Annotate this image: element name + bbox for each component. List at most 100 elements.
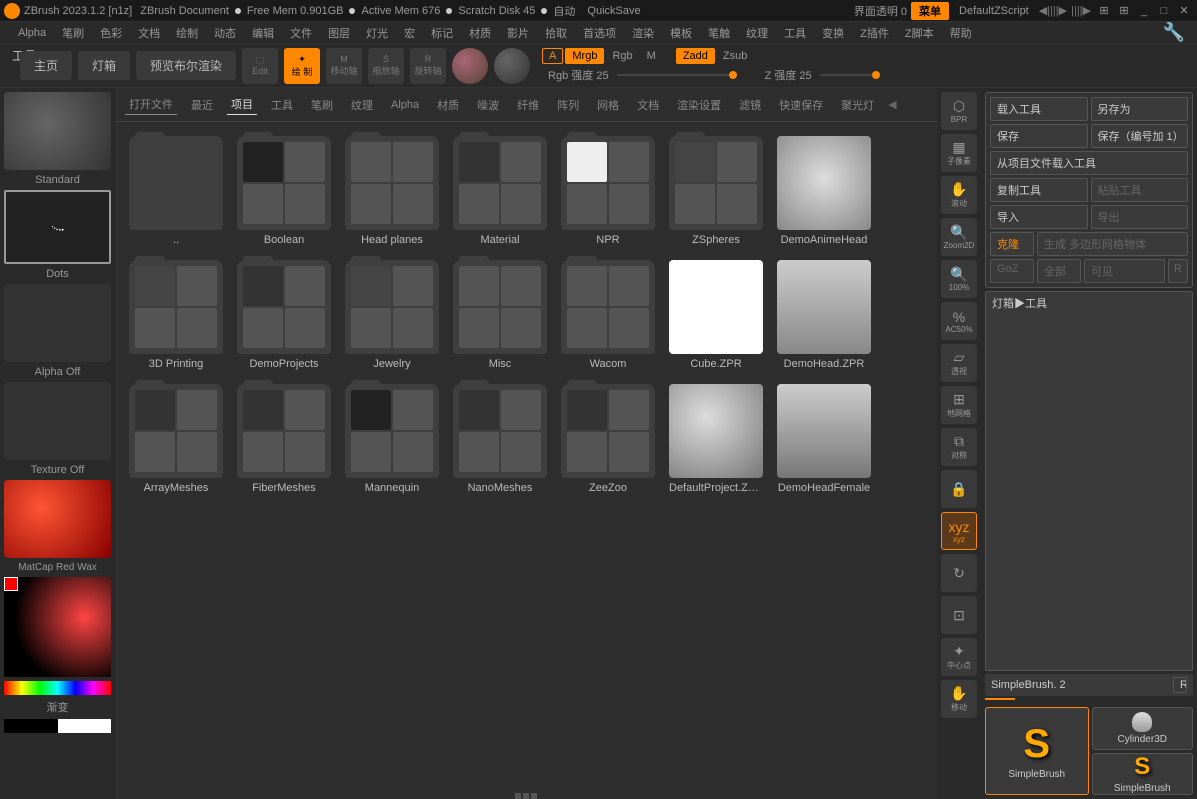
- side-tool-button[interactable]: 🔒: [941, 470, 977, 508]
- browser-item[interactable]: Mannequin: [345, 384, 439, 494]
- menu-item[interactable]: 帮助: [944, 23, 978, 43]
- menu-item[interactable]: 标记: [425, 23, 459, 43]
- side-tool-button[interactable]: ↻: [941, 554, 977, 592]
- menu-item[interactable]: 影片: [501, 23, 535, 43]
- paste-tool-button[interactable]: 粘贴工具: [1091, 178, 1189, 202]
- tool-thumb-simplebrush[interactable]: S SimpleBrush: [985, 707, 1089, 795]
- goz-all-button[interactable]: 全部: [1037, 259, 1081, 283]
- browser-item[interactable]: Misc: [453, 260, 547, 370]
- black-swatch[interactable]: [4, 719, 58, 733]
- make-polymesh-button[interactable]: 生成 多边形网格物体: [1037, 232, 1188, 256]
- draw-mode-button[interactable]: ✦绘 制: [284, 48, 320, 84]
- menu-item[interactable]: 笔刷: [56, 23, 90, 43]
- menu-item[interactable]: 笔触: [702, 23, 736, 43]
- browser-item[interactable]: Cube.ZPR: [669, 260, 763, 370]
- side-tool-button[interactable]: 🔍100%: [941, 260, 977, 298]
- window-icon[interactable]: ⊞: [1095, 3, 1113, 19]
- browser-item[interactable]: DemoHead.ZPR: [777, 260, 871, 370]
- rgb-intensity-slider-track[interactable]: [617, 74, 737, 76]
- copy-tool-button[interactable]: 复制工具: [990, 178, 1088, 202]
- export-button[interactable]: 导出: [1091, 205, 1189, 229]
- tool-thumb-simplebrush-2[interactable]: S SimpleBrush: [1092, 753, 1194, 796]
- arrows-icon[interactable]: ◀||||▶: [1039, 4, 1067, 17]
- browser-item[interactable]: DemoAnimeHead: [777, 136, 871, 246]
- save-as-button[interactable]: 另存为: [1091, 97, 1189, 121]
- browser-tab[interactable]: 材质: [433, 95, 463, 115]
- scale-mode-button[interactable]: S缩放轴: [368, 48, 404, 84]
- move-mode-button[interactable]: M移动轴: [326, 48, 362, 84]
- home-button[interactable]: 主页: [20, 51, 72, 80]
- browser-tab[interactable]: 纤维: [513, 95, 543, 115]
- save-increment-button[interactable]: 保存（编号加 1）: [1091, 124, 1189, 148]
- browser-item[interactable]: Wacom: [561, 260, 655, 370]
- browser-item[interactable]: Jewelry: [345, 260, 439, 370]
- mode-rgb-button[interactable]: Rgb: [606, 49, 638, 63]
- import-from-project-button[interactable]: 从项目文件载入工具: [990, 151, 1188, 175]
- menu-item[interactable]: 图层: [322, 23, 356, 43]
- window-icon[interactable]: ⊞: [1115, 3, 1133, 19]
- side-tool-button[interactable]: 🔍Zoom2D: [941, 218, 977, 256]
- browser-tab[interactable]: 笔刷: [307, 95, 337, 115]
- rgb-intensity-slider[interactable]: Rgb 强度 25: [542, 66, 615, 84]
- side-tool-button[interactable]: ⊡: [941, 596, 977, 634]
- menu-item[interactable]: 动态: [208, 23, 242, 43]
- menu-item[interactable]: 文档: [132, 23, 166, 43]
- side-tool-button[interactable]: xyzxyz: [941, 512, 977, 550]
- document-name[interactable]: ZBrush Document: [140, 5, 229, 17]
- sphere-icon[interactable]: [452, 48, 488, 84]
- browser-item[interactable]: Boolean: [237, 136, 331, 246]
- browser-tab[interactable]: 快速保存: [775, 95, 827, 115]
- side-tool-button[interactable]: ⬡BPR: [941, 92, 977, 130]
- browser-tab[interactable]: 噪波: [473, 95, 503, 115]
- texture-preview[interactable]: [4, 382, 111, 460]
- mode-a-button[interactable]: A: [542, 48, 563, 64]
- browser-item[interactable]: DefaultProject.ZPR: [669, 384, 763, 494]
- side-tool-button[interactable]: ⊞地网格: [941, 386, 977, 424]
- side-tool-button[interactable]: ✦中心点: [941, 638, 977, 676]
- menu-item[interactable]: 材质: [463, 23, 497, 43]
- side-tool-button[interactable]: ✋滚动: [941, 176, 977, 214]
- browser-tab[interactable]: Alpha: [387, 97, 423, 113]
- browser-item[interactable]: ArrayMeshes: [129, 384, 223, 494]
- hue-slider[interactable]: [4, 681, 111, 695]
- menu-item[interactable]: 变换: [816, 23, 850, 43]
- arrows-icon[interactable]: ||||▶: [1071, 4, 1091, 17]
- import-button[interactable]: 导入: [990, 205, 1088, 229]
- browser-tab[interactable]: 项目: [227, 94, 257, 115]
- menu-item[interactable]: 模板: [664, 23, 698, 43]
- tool-thumb-cylinder[interactable]: Cylinder3D: [1092, 707, 1194, 750]
- browser-tab[interactable]: 网格: [593, 95, 623, 115]
- side-tool-button[interactable]: %AC50%: [941, 302, 977, 340]
- browser-item[interactable]: ZeeZoo: [561, 384, 655, 494]
- browser-tab[interactable]: 聚光灯: [837, 95, 878, 115]
- default-zscript[interactable]: DefaultZScript: [953, 4, 1035, 18]
- browser-tab[interactable]: 打开文件: [125, 94, 177, 115]
- lightbox-tools-button[interactable]: 灯箱▶工具: [985, 291, 1193, 671]
- resize-handle-icon[interactable]: [515, 793, 537, 799]
- material-preview[interactable]: [4, 480, 111, 558]
- nav-back-icon[interactable]: ◀: [888, 98, 896, 111]
- browser-item[interactable]: Material: [453, 136, 547, 246]
- mode-m-button[interactable]: M: [641, 49, 662, 63]
- save-button[interactable]: 保存: [990, 124, 1088, 148]
- brush-preview[interactable]: [4, 92, 111, 170]
- goz-r-button[interactable]: R: [1168, 259, 1188, 283]
- browser-item[interactable]: ..: [129, 136, 223, 246]
- auto-label[interactable]: 自动: [553, 3, 575, 19]
- menu-item[interactable]: 文件: [284, 23, 318, 43]
- z-intensity-slider-track[interactable]: [820, 74, 880, 76]
- browser-tab[interactable]: 渲染设置: [673, 95, 725, 115]
- z-intensity-slider[interactable]: Z 强度 25: [759, 66, 818, 84]
- menu-item[interactable]: Alpha: [12, 25, 52, 41]
- live-boolean-button[interactable]: 预览布尔渲染: [136, 51, 236, 80]
- current-tool-name[interactable]: SimpleBrush. 2: [991, 679, 1173, 691]
- menu-item[interactable]: 工具: [778, 23, 812, 43]
- load-tool-button[interactable]: 载入工具: [990, 97, 1088, 121]
- browser-item[interactable]: DemoProjects: [237, 260, 331, 370]
- goz-button[interactable]: GoZ: [990, 259, 1034, 283]
- browser-tab[interactable]: 阵列: [553, 95, 583, 115]
- browser-item[interactable]: DemoHeadFemale: [777, 384, 871, 494]
- browser-item[interactable]: NPR: [561, 136, 655, 246]
- goz-visible-button[interactable]: 可见: [1084, 259, 1165, 283]
- menu-item[interactable]: Z插件: [854, 23, 895, 43]
